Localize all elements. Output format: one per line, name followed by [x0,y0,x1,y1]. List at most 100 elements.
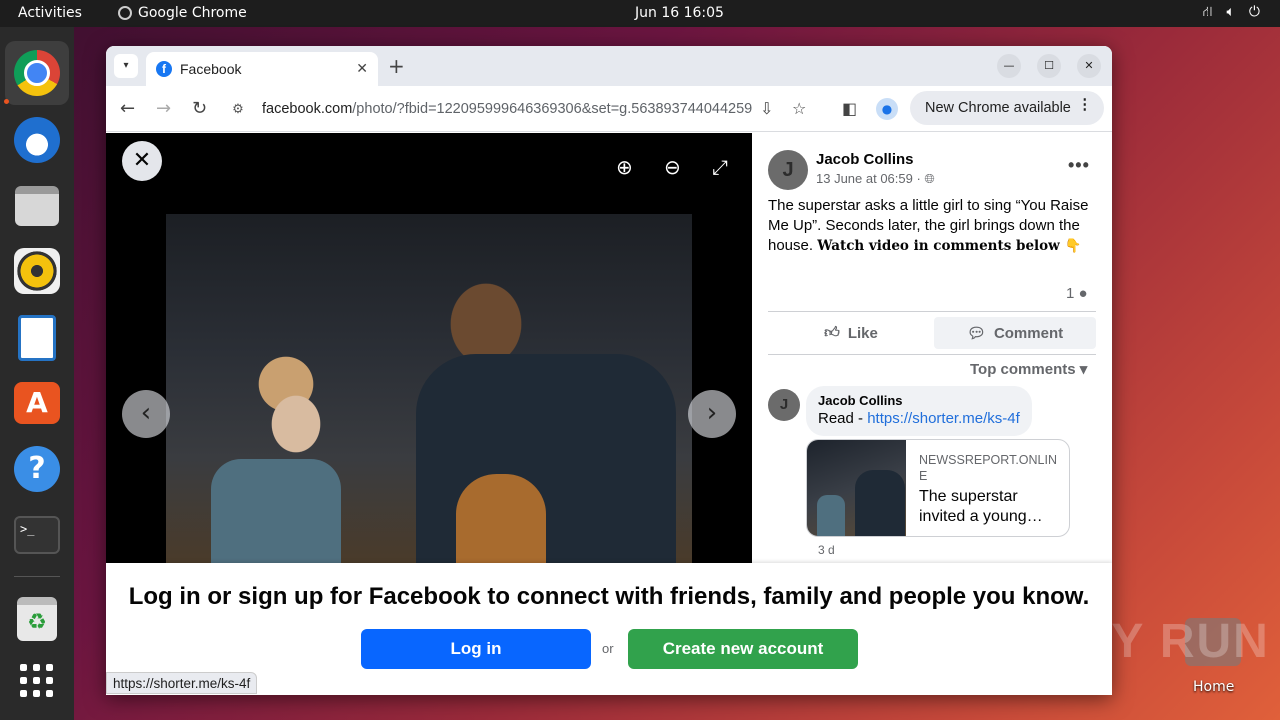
thumbnail-figure [855,470,905,536]
tab-title: Facebook [180,61,242,77]
like-label: Like [847,324,878,342]
dock-terminal[interactable]: >_ [5,503,69,567]
site-info-icon[interactable]: ⚙ [228,101,248,117]
dock-show-apps[interactable] [5,649,69,713]
show-apps-icon [20,664,54,698]
fullscreen-icon[interactable]: ⤢ [712,155,728,179]
tab-close-icon[interactable]: ✕ [356,61,368,77]
like-button[interactable]: 👍︎ Like [772,317,930,349]
photo-figure [416,354,676,563]
post-meta: 13 June at 06:59 · 🌐︎ [816,171,935,187]
post-callout: Watch video in comments below 👇 [817,238,1082,254]
files-icon [15,186,59,226]
page-content: ✕ ⊕ ⊖ ⤢ ‹ › J Jacob Collins 13 June at 0… [106,133,1112,695]
thumbnail-figure [817,495,845,536]
photo-figure [211,459,341,563]
photo-viewer: ✕ ⊕ ⊖ ⤢ ‹ › [106,133,752,563]
install-app-icon[interactable]: ⇩ [760,99,773,118]
link-title: The superstar invited a young… [919,488,1043,525]
commenter-avatar[interactable]: J [768,389,800,421]
link-preview-card[interactable]: NEWSSREPORT.ONLINE The superstar invited… [806,439,1070,537]
dock-app-center[interactable]: A [5,371,69,435]
clock[interactable]: Jun 16 16:05 [635,5,724,21]
comment-label: Comment [993,324,1064,342]
tab-search-button[interactable]: ▾ [114,54,138,78]
link-source: NEWSSREPORT.ONLINE [919,453,1057,483]
dock-files[interactable] [5,174,69,238]
writer-icon [18,315,56,361]
new-tab-button[interactable]: + [388,54,405,78]
dock-rhythmbox[interactable] [5,239,69,303]
comment-count[interactable]: 1 ● [1066,285,1088,302]
post-options-icon[interactable]: ••• [1068,155,1090,176]
tab-strip: ▾ f Facebook ✕ + — ☐ ✕ [106,46,1112,86]
comment-link[interactable]: https://shorter.me/ks-4f [867,410,1020,427]
post-timestamp[interactable]: 13 June at 06:59 · [816,171,924,186]
login-button[interactable]: Log in [361,629,591,669]
dock-trash[interactable]: ♻ [5,587,69,651]
side-panel-icon[interactable]: ◧ [842,99,857,118]
post-text: The superstar asks a little girl to sing… [768,196,1098,256]
create-account-button[interactable]: Create new account [628,629,858,669]
update-chrome-button[interactable]: New Chrome available ⋮ [910,91,1104,125]
network-icon: ⛙ [1202,4,1213,20]
tab-facebook[interactable]: f Facebook ✕ [146,52,378,86]
more-menu-icon[interactable]: ⋮ [1078,97,1093,113]
app-menu[interactable]: Google Chrome [118,5,247,21]
browser-window: ▾ f Facebook ✕ + — ☐ ✕ ← → ↻ ⚙ facebook.… [106,46,1112,695]
activities-button[interactable]: Activities [18,5,82,21]
or-separator: or [602,641,614,656]
running-indicator [4,99,9,104]
thumbs-up-icon: 👍︎ [824,324,840,341]
maximize-button[interactable]: ☐ [1037,54,1061,78]
power-icon: ⏻ [1248,4,1260,20]
dock-thunderbird[interactable] [5,108,69,172]
dock-chrome[interactable] [5,41,69,105]
commenter-name[interactable]: Jacob Collins [818,393,1020,408]
comment-bubble: Jacob Collins Read - https://shorter.me/… [806,386,1032,436]
dock-help[interactable]: ? [5,437,69,501]
help-icon: ? [14,446,60,492]
comment-sort-dropdown[interactable]: Top comments ▾ [970,360,1087,378]
close-viewer-button[interactable]: ✕ [122,141,162,181]
chrome-icon [118,6,132,20]
home-folder-label[interactable]: Home [1193,679,1234,695]
zoom-in-icon[interactable]: ⊕ [616,155,633,179]
bookmark-star-icon[interactable]: ☆ [792,99,806,118]
dock-writer[interactable] [5,306,69,370]
close-window-button[interactable]: ✕ [1077,54,1101,78]
comment-bubble-icon: ● [1078,285,1088,302]
back-button[interactable]: ← [120,98,135,119]
post-photo[interactable] [166,214,692,563]
terminal-icon: >_ [14,516,60,554]
comment-time[interactable]: 3 d [818,543,835,557]
reaction-bar: 👍︎ Like 💬︎ Comment [768,311,1096,355]
address-bar[interactable]: ⚙ facebook.com /photo/?fbid=122095999646… [228,92,824,126]
minimize-button[interactable]: — [997,54,1021,78]
thunderbird-icon [14,117,60,163]
next-photo-button[interactable]: › [688,390,736,438]
link-thumbnail [807,440,906,536]
dock-separator [14,576,60,577]
post-author[interactable]: Jacob Collins [816,151,914,168]
url-path: /photo/?fbid=122095999646369306&set=g.56… [352,101,753,117]
zoom-out-icon[interactable]: ⊖ [664,155,681,179]
comment-button[interactable]: 💬︎ Comment [934,317,1096,349]
avatar[interactable]: J [768,150,808,190]
trash-icon: ♻ [17,597,57,641]
volume-icon: 🔈︎ [1226,4,1235,20]
previous-photo-button[interactable]: ‹ [122,390,170,438]
url-host: facebook.com [262,101,353,117]
app-center-icon: A [14,382,60,424]
browser-toolbar: ← → ↻ ⚙ facebook.com /photo/?fbid=122095… [106,86,1112,132]
comment-icon: 💬︎ [966,325,986,342]
photo-figure [456,474,546,563]
post-sidebar: J Jacob Collins 13 June at 06:59 · 🌐︎ ••… [752,133,1112,563]
reload-button[interactable]: ↻ [192,98,207,119]
forward-button[interactable]: → [156,98,171,119]
comment-count-value: 1 [1066,285,1075,302]
comment-prefix: Read - [818,410,868,427]
system-tray[interactable]: ⛙ 🔈︎ ⏻ [1203,4,1260,22]
chrome-icon [14,50,60,96]
profile-avatar-icon[interactable]: ● [876,98,898,120]
